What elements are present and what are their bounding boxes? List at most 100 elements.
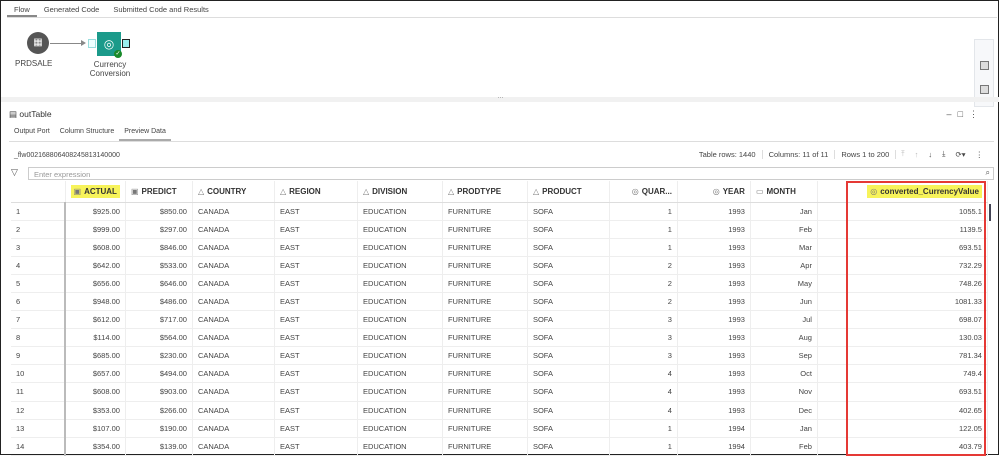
column-header-year[interactable]: ◎ YEAR	[677, 181, 751, 203]
table-cell: $646.00	[125, 274, 193, 293]
table-cell: FURNITURE	[442, 437, 528, 456]
table-cell: 402.65	[847, 401, 988, 420]
table-row[interactable]: 5 $656.00 $646.00 CANADA EAST EDUCATION FURNIT…	[11, 274, 988, 293]
header-label: PREDICT	[141, 186, 177, 196]
refresh-icon[interactable]: ⟳▾	[950, 150, 970, 159]
table-cell: SOFA	[527, 328, 610, 348]
table-row[interactable]: 8 $114.00 $564.00 CANADA EAST EDUCATION FURNIT…	[11, 328, 988, 348]
table-cell: 1993	[677, 256, 751, 275]
column-header-quarter[interactable]: ◎ QUAR...	[609, 181, 678, 203]
table-cell: EAST	[274, 256, 358, 275]
table-cell: FURNITURE	[442, 256, 528, 275]
table-cell: 1993	[677, 274, 751, 293]
table-cell: 1	[609, 220, 678, 239]
table-cell: SOFA	[527, 437, 610, 456]
table-cell: Jul	[750, 310, 818, 330]
output-port[interactable]	[122, 39, 130, 48]
table-cell: $114.00	[65, 328, 126, 348]
table-cell: $354.00	[65, 437, 126, 456]
table-row[interactable]: 3 $608.00 $846.00 CANADA EAST EDUCATION FURNIT…	[11, 238, 988, 257]
filter-icon[interactable]: ▽	[11, 167, 18, 178]
first-page-icon[interactable]: ⤒	[896, 149, 909, 159]
minimize-icon[interactable]: –	[947, 109, 958, 119]
tab-column-structure[interactable]: Column Structure	[55, 125, 119, 141]
table-cell: $717.00	[125, 310, 193, 330]
table-cell: Apr	[750, 256, 818, 275]
column-header-product[interactable]: △ PRODUCT	[527, 181, 610, 203]
table-cell: 3	[609, 346, 678, 366]
row-number: 3	[11, 238, 66, 257]
numeric-icon: ◎	[870, 186, 878, 196]
table-cell: 4	[609, 401, 678, 420]
table-cell: 1993	[677, 364, 751, 384]
column-header-predict[interactable]: ▣ PREDICT	[125, 181, 193, 203]
table-row[interactable]: 7 $612.00 $717.00 CANADA EAST EDUCATION FURNIT…	[11, 310, 988, 330]
table-cell: 4	[609, 364, 678, 384]
table-cell: EDUCATION	[357, 328, 443, 348]
vertical-scrollbar[interactable]	[989, 204, 991, 221]
tab-flow[interactable]: Flow	[7, 1, 37, 17]
table-cell: EAST	[274, 310, 358, 330]
table-row[interactable]: 4 $642.00 $533.00 CANADA EAST EDUCATION FURNIT…	[11, 256, 988, 275]
tab-preview-data[interactable]: Preview Data	[119, 125, 171, 141]
table-cell: 122.05	[847, 419, 988, 438]
table-cell: EAST	[274, 364, 358, 384]
maximize-icon[interactable]: □	[958, 109, 969, 119]
table-row[interactable]: 6 $948.00 $486.00 CANADA EAST EDUCATION FURNIT…	[11, 292, 988, 312]
table-row[interactable]: 10 $657.00 $494.00 CANADA EAST EDUCATION FURNI…	[11, 364, 988, 384]
table-cell: 4	[609, 382, 678, 402]
table-cell: SOFA	[527, 220, 610, 239]
table-row[interactable]: 11 $608.00 $903.00 CANADA EAST EDUCATION FURNI…	[11, 382, 988, 402]
tab-output-port[interactable]: Output Port	[9, 125, 55, 141]
date-icon: ▭	[755, 186, 764, 196]
table-cell: Nov	[750, 382, 818, 402]
currency-icon: ▣	[73, 186, 82, 196]
row-number: 5	[11, 274, 66, 293]
splitter-handle[interactable]: ···	[1, 95, 999, 102]
next-page-icon[interactable]: ↓	[923, 150, 937, 159]
column-header-region[interactable]: △ REGION	[274, 181, 358, 203]
last-page-icon[interactable]: ⤓	[937, 149, 950, 159]
column-header-country[interactable]: △ COUNTRY	[192, 181, 275, 203]
table-row[interactable]: 1 $925.00 $850.00 CANADA EAST EDUCATION FURNIT…	[11, 202, 988, 221]
header-label: QUAR...	[641, 186, 672, 196]
expression-input[interactable]: Enter expression ⌕	[28, 167, 994, 180]
table-cell: $846.00	[125, 238, 193, 257]
row-number: 4	[11, 256, 66, 275]
table-cell: $190.00	[125, 419, 193, 438]
column-header-division[interactable]: △ DIVISION	[357, 181, 443, 203]
column-header-converted-currency-value[interactable]: ◎ converted_CurrencyValue	[847, 181, 988, 203]
table-row[interactable]: 9 $685.00 $230.00 CANADA EAST EDUCATION FURNIT…	[11, 346, 988, 366]
column-header-actual[interactable]: ▣ ACTUAL	[65, 181, 126, 203]
overview-icon[interactable]	[980, 85, 989, 94]
table-cell: EAST	[274, 220, 358, 239]
table-cell: 1994	[677, 437, 751, 456]
table-row[interactable]: 14 $354.00 $139.00 CANADA EAST EDUCATION FURNI…	[11, 437, 988, 456]
table-cell: May	[750, 274, 818, 293]
input-port[interactable]	[88, 39, 96, 48]
row-number: 8	[11, 328, 66, 348]
table-cell: Feb	[750, 437, 818, 456]
search-icon[interactable]: ⌕	[986, 168, 990, 178]
tab-submitted-code[interactable]: Submitted Code and Results	[106, 1, 215, 17]
table-cell: 781.34	[847, 346, 988, 366]
table-cell: FURNITURE	[442, 292, 528, 312]
table-node-icon[interactable]: ▦	[27, 32, 49, 54]
more-icon[interactable]: ⋮	[969, 109, 984, 119]
table-cell: 693.51	[847, 382, 988, 402]
columns-count[interactable]: Columns: 11 of 11	[763, 149, 836, 159]
row-number-header	[11, 181, 66, 203]
properties-icon[interactable]	[980, 61, 989, 70]
table-row[interactable]: 13 $107.00 $190.00 CANADA EAST EDUCATION FURNI…	[11, 419, 988, 438]
table-cell	[817, 238, 848, 257]
currency-icon: ▣	[130, 186, 139, 196]
tab-generated-code[interactable]: Generated Code	[37, 1, 106, 17]
table-cell: EDUCATION	[357, 220, 443, 239]
table-row[interactable]: 12 $353.00 $266.00 CANADA EAST EDUCATION FURNI…	[11, 401, 988, 420]
row-number: 2	[11, 220, 66, 239]
more-options-icon[interactable]: ⋮	[971, 150, 989, 159]
column-header-prodtype[interactable]: △ PRODTYPE	[442, 181, 528, 203]
previous-page-icon[interactable]: ↑	[910, 150, 924, 159]
column-header-month[interactable]: ▭ MONTH	[750, 181, 818, 203]
table-row[interactable]: 2 $999.00 $297.00 CANADA EAST EDUCATION FURNIT…	[11, 220, 988, 239]
